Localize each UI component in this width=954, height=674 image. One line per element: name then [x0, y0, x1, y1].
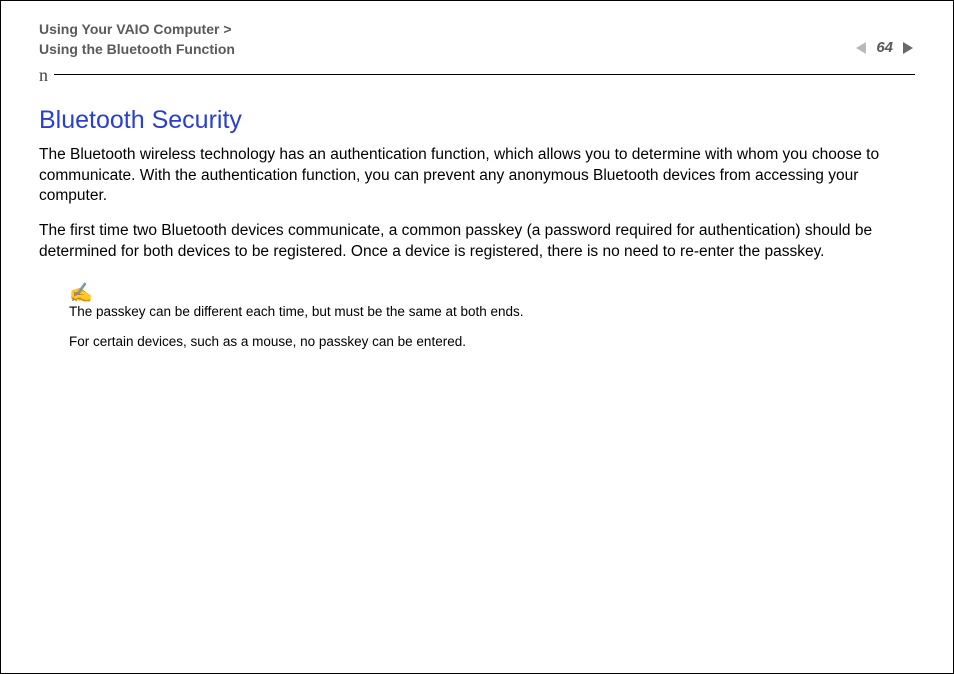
header-divider-row: n: [39, 66, 915, 84]
paragraph-1: The Bluetooth wireless technology has an…: [39, 145, 915, 208]
note-line-2: For certain devices, such as a mouse, no…: [69, 333, 915, 352]
previous-page-icon[interactable]: [854, 41, 868, 55]
section-heading: Bluetooth Security: [39, 106, 915, 135]
next-page-icon[interactable]: [901, 41, 915, 55]
note-line-1: The passkey can be different each time, …: [69, 303, 915, 322]
breadcrumb: Using Your VAIO Computer > Using the Blu…: [39, 19, 235, 60]
header-divider: [54, 74, 915, 75]
breadcrumb-line-1: Using Your VAIO Computer >: [39, 19, 235, 39]
breadcrumb-line-2: Using the Bluetooth Function: [39, 39, 235, 59]
page-header: Using Your VAIO Computer > Using the Blu…: [1, 1, 953, 60]
paragraph-2: The first time two Bluetooth devices com…: [39, 221, 915, 263]
n-glyph: n: [39, 66, 48, 84]
note-block: ✍ The passkey can be different each time…: [39, 277, 915, 352]
note-icon: ✍: [69, 287, 915, 300]
page-navigation: 64: [854, 19, 915, 56]
main-content: Bluetooth Security The Bluetooth wireles…: [1, 84, 953, 353]
page-number: 64: [876, 39, 893, 56]
